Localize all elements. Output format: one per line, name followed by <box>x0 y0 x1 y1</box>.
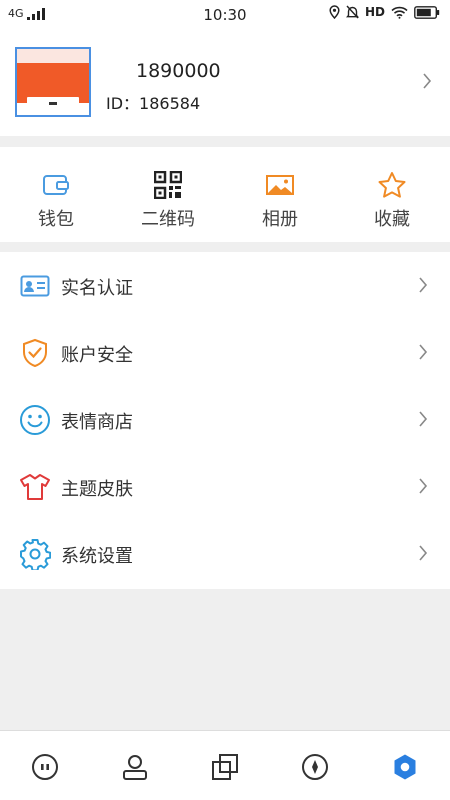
location-icon <box>329 5 340 19</box>
photo-album-icon <box>265 170 295 200</box>
wallet-icon <box>41 170 71 200</box>
star-icon <box>377 170 407 200</box>
avatar[interactable] <box>15 47 91 117</box>
wifi-icon <box>391 6 408 19</box>
tab-contacts[interactable] <box>117 749 153 785</box>
squares-icon <box>212 754 238 780</box>
menu-item-system-settings[interactable]: 系统设置 <box>0 520 450 587</box>
menu-item-real-name-verification[interactable]: 实名认证 <box>0 252 450 319</box>
chevron-right-icon <box>419 344 428 360</box>
quick-action-album[interactable]: 相册 <box>224 147 336 242</box>
qr-code-icon <box>153 170 183 200</box>
quick-action-label: 相册 <box>262 209 298 230</box>
menu-item-account-security[interactable]: 账户安全 <box>0 319 450 386</box>
menu-item-label: 表情商店 <box>61 412 133 433</box>
settings-hex-icon <box>394 754 416 780</box>
id-card-icon <box>18 269 52 303</box>
profile-name: 1890000 <box>136 60 221 82</box>
chevron-right-icon <box>419 411 428 427</box>
tab-chats[interactable] <box>27 749 63 785</box>
shirt-icon <box>18 470 52 504</box>
tab-explore[interactable] <box>297 749 333 785</box>
menu-item-label: 账户安全 <box>61 345 133 366</box>
tab-me[interactable] <box>387 749 423 785</box>
smiley-icon <box>18 403 52 437</box>
shield-check-icon <box>18 336 52 370</box>
tab-discover[interactable] <box>207 749 243 785</box>
quick-actions: 钱包 二维码 相册 收藏 <box>0 147 450 242</box>
status-icons: HD <box>329 5 440 19</box>
menu-item-label: 主题皮肤 <box>61 479 133 500</box>
quick-action-label: 钱包 <box>38 209 74 230</box>
chevron-right-icon <box>419 478 428 494</box>
contacts-icon <box>123 755 147 780</box>
menu-item-label: 实名认证 <box>61 278 133 299</box>
chat-icon <box>32 754 58 780</box>
chevron-right-icon[interactable] <box>422 72 432 90</box>
hd-badge: HD <box>364 5 385 19</box>
quick-action-label: 二维码 <box>141 209 195 230</box>
quick-action-qr-code[interactable]: 二维码 <box>112 147 224 242</box>
menu-item-theme-skin[interactable]: 主题皮肤 <box>0 453 450 520</box>
quick-action-wallet[interactable]: 钱包 <box>0 147 112 242</box>
battery-icon <box>414 5 440 19</box>
quick-action-label: 收藏 <box>374 209 410 230</box>
status-bar: 4G 10:30 HD <box>0 0 450 30</box>
compass-icon <box>302 754 328 780</box>
chevron-right-icon <box>419 545 428 561</box>
settings-menu: 实名认证 账户安全 表情商店 主题皮肤 系统设置 <box>0 252 450 589</box>
profile-header[interactable]: 1890000 ID：186584 <box>0 30 450 136</box>
quick-action-favorites[interactable]: 收藏 <box>336 147 448 242</box>
menu-item-label: 系统设置 <box>61 546 133 567</box>
mute-bell-icon <box>345 5 359 19</box>
menu-item-sticker-store[interactable]: 表情商店 <box>0 386 450 453</box>
profile-id: ID：186584 <box>106 94 201 113</box>
gear-icon <box>18 537 52 571</box>
bottom-tab-bar <box>0 730 450 800</box>
chevron-right-icon <box>419 277 428 293</box>
